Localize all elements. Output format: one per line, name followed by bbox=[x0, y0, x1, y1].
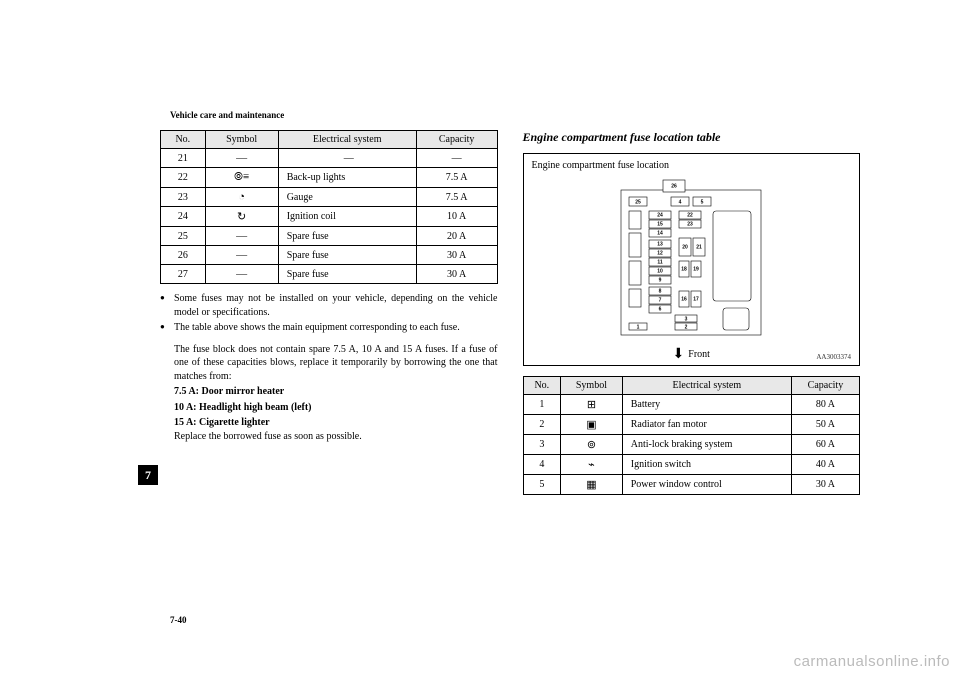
svg-text:5: 5 bbox=[701, 199, 704, 205]
svg-text:26: 26 bbox=[671, 183, 677, 189]
table-row: 1⊞Battery80 A bbox=[523, 395, 860, 415]
front-indicator: ⬇ Front bbox=[673, 346, 710, 363]
section-header: Vehicle care and maintenance bbox=[170, 110, 284, 120]
svg-text:9: 9 bbox=[659, 277, 662, 283]
svg-text:24: 24 bbox=[657, 212, 663, 218]
table-row: 4⌁Ignition switch40 A bbox=[523, 455, 860, 475]
svg-text:20: 20 bbox=[682, 244, 688, 250]
svg-text:21: 21 bbox=[696, 244, 702, 250]
svg-text:12: 12 bbox=[657, 250, 663, 256]
svg-text:22: 22 bbox=[687, 212, 693, 218]
th-capacity: Capacity bbox=[416, 131, 497, 149]
th-symbol: Symbol bbox=[205, 131, 278, 149]
table-row: 24↻Ignition coil10 A bbox=[161, 207, 498, 227]
table-row: 27—Spare fuse30 A bbox=[161, 265, 498, 284]
table-row: 21——— bbox=[161, 149, 498, 168]
table-row: 23◔Gauge7.5 A bbox=[161, 188, 498, 207]
notes-list: Some fuses may not be installed on your … bbox=[160, 292, 498, 335]
note-bold: 15 A: Cigarette lighter bbox=[160, 416, 498, 430]
svg-text:14: 14 bbox=[657, 230, 663, 236]
svg-text:1: 1 bbox=[637, 324, 640, 330]
svg-text:3: 3 bbox=[685, 316, 688, 322]
svg-text:16: 16 bbox=[681, 296, 687, 302]
note-sub: The fuse block does not contain spare 7.… bbox=[160, 343, 498, 384]
svg-text:15: 15 bbox=[657, 221, 663, 227]
right-column: Engine compartment fuse location table E… bbox=[523, 130, 861, 495]
svg-text:6: 6 bbox=[659, 306, 662, 312]
svg-text:17: 17 bbox=[693, 296, 699, 302]
note-bold: 10 A: Headlight high beam (left) bbox=[160, 401, 498, 415]
svg-text:4: 4 bbox=[679, 199, 682, 205]
svg-text:11: 11 bbox=[658, 259, 664, 265]
svg-text:23: 23 bbox=[687, 221, 693, 227]
note-item: The table above shows the main equipment… bbox=[160, 321, 498, 335]
left-fuse-table: No. Symbol Electrical system Capacity 21… bbox=[160, 130, 498, 284]
svg-text:19: 19 bbox=[693, 266, 699, 272]
th-no: No. bbox=[523, 377, 561, 395]
th-system: Electrical system bbox=[278, 131, 416, 149]
th-no: No. bbox=[161, 131, 206, 149]
svg-text:8: 8 bbox=[659, 288, 662, 294]
svg-text:2: 2 bbox=[685, 324, 688, 330]
table-row: 26—Spare fuse30 A bbox=[161, 246, 498, 265]
main-content: No. Symbol Electrical system Capacity 21… bbox=[160, 130, 860, 495]
note-bold: 7.5 A: Door mirror heater bbox=[160, 385, 498, 399]
chapter-tab: 7 bbox=[138, 465, 158, 485]
svg-text:10: 10 bbox=[657, 268, 663, 274]
svg-text:18: 18 bbox=[681, 266, 687, 272]
fuse-diagram: 26 25 4 5 24 15 14 13 12 bbox=[591, 175, 791, 345]
table-row: 22⦾≡Back-up lights7.5 A bbox=[161, 168, 498, 188]
watermark: carmanualsonline.info bbox=[794, 653, 950, 670]
note-end: Replace the borrowed fuse as soon as pos… bbox=[160, 430, 498, 444]
table-row: 3⊚Anti-lock braking system60 A bbox=[523, 435, 860, 455]
th-system: Electrical system bbox=[622, 377, 791, 395]
note-item: Some fuses may not be installed on your … bbox=[160, 292, 498, 319]
right-heading: Engine compartment fuse location table bbox=[523, 130, 861, 145]
table-row: 5▦Power window control30 A bbox=[523, 475, 860, 495]
arrow-down-icon: ⬇ bbox=[673, 346, 685, 363]
svg-text:25: 25 bbox=[635, 199, 641, 205]
table-row: 25—Spare fuse20 A bbox=[161, 227, 498, 246]
page-number: 7-40 bbox=[170, 615, 187, 625]
front-label: Front bbox=[688, 349, 710, 360]
svg-text:7: 7 bbox=[659, 297, 662, 303]
table-row: 2▣Radiator fan motor50 A bbox=[523, 415, 860, 435]
svg-text:13: 13 bbox=[657, 241, 663, 247]
diagram-label: Engine compartment fuse location bbox=[532, 160, 852, 171]
right-fuse-table: No. Symbol Electrical system Capacity 1⊞… bbox=[523, 376, 861, 495]
diagram-box: Engine compartment fuse location 26 25 4… bbox=[523, 153, 861, 366]
th-symbol: Symbol bbox=[561, 377, 623, 395]
left-column: No. Symbol Electrical system Capacity 21… bbox=[160, 130, 498, 495]
th-capacity: Capacity bbox=[791, 377, 859, 395]
